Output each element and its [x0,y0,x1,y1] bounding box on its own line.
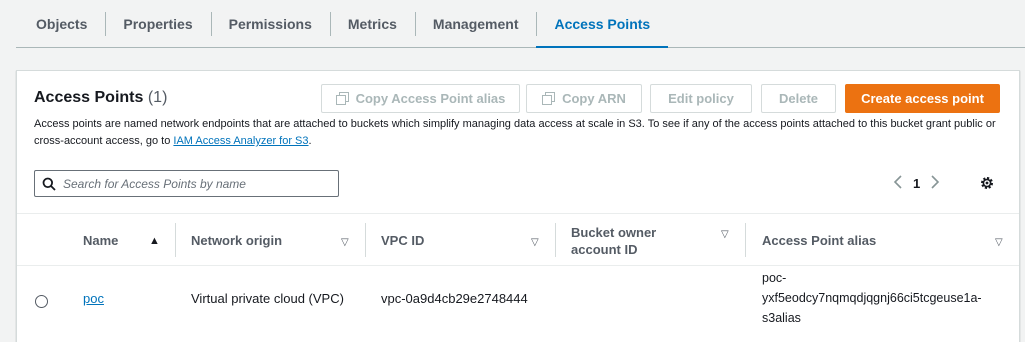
search-icon [35,177,63,191]
column-label: VPC ID [381,233,425,248]
column-divider [365,223,366,257]
access-points-panel: Access Points (1) Copy Access Point alia… [16,70,1020,342]
column-header-vpc-id[interactable]: VPC ID ▽ [365,214,555,267]
row-select-radio[interactable] [35,295,48,308]
sort-ascending-icon[interactable]: ▲ [149,233,160,250]
panel-header: Access Points (1) Copy Access Point alia… [17,71,1019,213]
column-header-alias[interactable]: Access Point alias ▽ [745,214,1020,267]
column-label: Bucket owner account ID [571,224,657,257]
alias-line: yxf5eodcy7nqmqdjqgnj66ci5tcgeuse1a- [762,291,982,305]
cell-alias: poc- yxf5eodcy7nqmqdjqgnj66ci5tcgeuse1a-… [762,268,982,328]
access-point-link[interactable]: poc [83,291,104,306]
panel-count: (1) [147,89,168,106]
column-label: Access Point alias [762,233,877,248]
tab-properties[interactable]: Properties [105,0,210,47]
tab-bar: Objects Properties Permissions Metrics M… [16,0,1025,48]
column-header-bucket-owner[interactable]: Bucket owner account ID ▽ [555,214,745,267]
copy-icon [335,92,349,105]
column-divider [745,223,746,257]
column-divider [175,223,176,257]
tab-objects[interactable]: Objects [16,0,105,47]
create-access-point-label: Create access point [861,91,984,106]
tab-management-label: Management [432,15,519,32]
page-number[interactable]: 1 [913,176,920,191]
sort-caret-icon[interactable]: ▽ [531,234,539,251]
column-label: Network origin [191,233,283,248]
panel-title: Access Points (1) [34,89,167,107]
column-label: Name [83,233,119,248]
copy-alias-button[interactable]: Copy Access Point alias [321,84,520,113]
sort-caret-icon[interactable]: ▽ [721,226,729,243]
column-header-name[interactable]: Name ▲ [83,214,175,267]
pagination: 1 [893,174,940,192]
panel-description: Access points are named network endpoint… [34,116,1009,150]
tab-metrics-label: Metrics [347,15,397,32]
search-box [34,170,339,197]
copy-icon [542,92,556,105]
edit-policy-label: Edit policy [668,91,734,106]
tab-access-points-label: Access Points [554,15,651,32]
edit-policy-button[interactable]: Edit policy [650,84,752,113]
chevron-right-icon[interactable] [930,174,940,192]
tab-management[interactable]: Management [414,0,537,47]
gear-icon[interactable] [979,175,995,196]
column-header-network-origin[interactable]: Network origin ▽ [175,214,365,267]
tab-permissions[interactable]: Permissions [210,0,330,47]
copy-arn-label: Copy ARN [562,91,626,106]
copy-alias-label: Copy Access Point alias [355,91,506,106]
table-header: Name ▲ Network origin ▽ VPC ID ▽ Bucket … [17,213,1019,266]
delete-label: Delete [778,91,819,106]
tab-properties-label: Properties [123,15,193,32]
column-divider [555,223,556,257]
panel-title-text: Access Points [34,89,144,106]
sort-caret-icon[interactable]: ▽ [341,234,349,251]
alias-line: poc- [762,271,787,285]
tab-metrics[interactable]: Metrics [329,0,415,47]
tab-objects-label: Objects [36,15,88,32]
search-input[interactable] [63,176,333,191]
description-end: . [308,135,312,147]
tab-access-points[interactable]: Access Points [536,0,668,48]
cell-network-origin: Virtual private cloud (VPC) [191,291,344,306]
sort-caret-icon[interactable]: ▽ [995,234,1003,251]
create-access-point-button[interactable]: Create access point [845,84,1000,113]
tab-permissions-label: Permissions [228,15,312,32]
copy-arn-button[interactable]: Copy ARN [526,84,642,113]
delete-button[interactable]: Delete [761,84,836,113]
iam-access-analyzer-link[interactable]: IAM Access Analyzer for S3 [173,135,308,147]
table-row[interactable]: poc Virtual private cloud (VPC) vpc-0a9d… [17,267,1019,342]
chevron-left-icon[interactable] [893,174,903,192]
cell-vpc-id: vpc-0a9d4cb29e2748444 [381,291,528,306]
alias-line: s3alias [762,311,801,325]
cell-name: poc [83,289,104,309]
